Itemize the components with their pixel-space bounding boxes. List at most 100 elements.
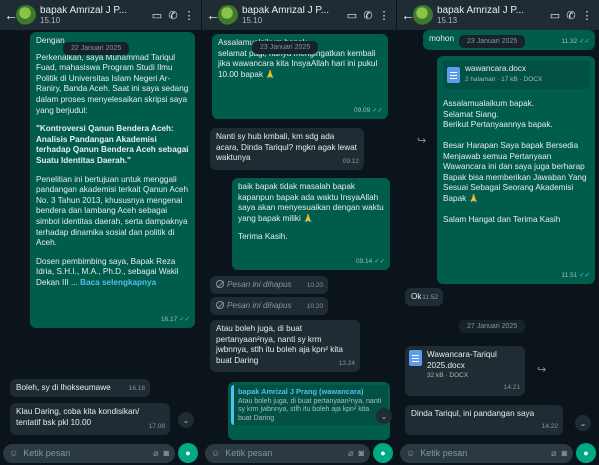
document-attachment[interactable]: wawancara.docx 2 halaman · 17 kB · DOCX — [443, 60, 589, 90]
message-bubble-outgoing[interactable]: baik bapak tidak masalah bapak kapanpun … — [232, 178, 390, 270]
message-time: 14.21 — [503, 384, 520, 392]
deleted-message[interactable]: Pesan ini dihapus 10.20 — [210, 297, 328, 315]
pray-emoji-icon: 🙏 — [303, 213, 314, 223]
message-time: 14.22 — [541, 423, 558, 431]
forward-icon[interactable]: ↪ — [537, 363, 546, 376]
pray-emoji-icon: 🙏 — [468, 193, 479, 203]
back-arrow-icon[interactable]: ← — [401, 7, 415, 23]
time-label: 09.09 — [354, 107, 371, 115]
message-time: 13.24 — [338, 360, 355, 368]
mic-button[interactable]: ● — [178, 443, 198, 463]
document-attachment[interactable]: Wawancara-Tariqul 2025.docx 32 kB · DOCX — [409, 350, 521, 382]
message-text: Atau boleh juga, di buat pertanyaan²nya,… — [216, 324, 343, 365]
video-call-icon[interactable]: ▭ — [344, 9, 360, 22]
time-label: 16.17 — [161, 316, 178, 324]
contact-info[interactable]: bapak Amrizal J P... 15.10 — [242, 6, 344, 25]
message-bubble-incoming[interactable]: Klau Daring, coba kita kondisikan/ tenta… — [10, 403, 170, 435]
deleted-icon — [216, 301, 224, 309]
message-time: 10.20 — [306, 303, 323, 311]
attach-icon[interactable]: ⌀ — [153, 448, 158, 459]
message-bubble-incoming[interactable]: Ok 11.52 — [405, 288, 443, 306]
document-icon — [409, 350, 422, 366]
message-time: 09.14 ✓✓ — [356, 257, 385, 268]
message-text: Boleh, sy di lhokseumawe — [16, 383, 111, 392]
message-text: Dinda Tariqul, ini pandangan saya — [411, 409, 535, 418]
date-chip: 23 Januari 2025 — [252, 41, 319, 54]
message-composer: ☺ Ketik pesan ⌀ ◙ ● — [397, 441, 599, 465]
more-options-icon[interactable]: ⋮ — [579, 9, 595, 22]
scroll-down-button[interactable]: ⌄ — [575, 415, 591, 431]
document-name: wawancara.docx — [465, 64, 526, 73]
contact-info[interactable]: bapak Amrizal J P... 15.10 — [40, 6, 149, 25]
emoji-icon[interactable]: ☺ — [211, 448, 220, 458]
attach-icon[interactable]: ⌀ — [551, 448, 556, 459]
chat-header: ← bapak Amrizal J P... 15.13 ▭ ✆ ⋮ — [397, 0, 599, 30]
date-chip: 23 Januari 2025 — [459, 35, 526, 48]
phone-icon[interactable]: ✆ — [165, 9, 181, 22]
message-text: Perkenalkan, saya Muhammad Tariqul Fuad,… — [36, 52, 189, 115]
back-arrow-icon[interactable]: ← — [206, 7, 220, 23]
message-input[interactable]: ☺ Ketik pesan ⌀ ◙ — [400, 443, 573, 463]
attach-icon[interactable]: ⌀ — [348, 448, 353, 459]
read-check-icon: ✓✓ — [372, 107, 383, 115]
deleted-message[interactable]: Pesan ini dihapus 10.20 — [210, 276, 328, 294]
phone-icon[interactable]: ✆ — [563, 9, 579, 22]
video-call-icon[interactable]: ▭ — [547, 9, 563, 22]
mic-button[interactable]: ● — [373, 443, 393, 463]
chat-screen-1: ← bapak Amrizal J P... 15.10 ▭ ✆ ⋮ Denga… — [0, 0, 201, 465]
contact-info[interactable]: bapak Amrizal J P... 15.13 — [437, 6, 547, 25]
time-label: 11.32 — [561, 38, 578, 46]
more-options-icon[interactable]: ⋮ — [181, 9, 197, 22]
message-input[interactable]: ☺ Ketik pesan ⌀ ◙ — [205, 443, 370, 463]
document-message[interactable]: wawancara.docx 2 halaman · 17 kB · DOCX … — [437, 56, 595, 284]
camera-icon[interactable]: ◙ — [562, 448, 567, 458]
document-meta: 2 halaman · 17 kB · DOCX — [465, 75, 543, 83]
message-text: Terima Kasih. — [238, 232, 288, 242]
message-text: Klau Daring, coba kita kondisikan/ tenta… — [16, 407, 140, 427]
document-name: Wawancara-Tariqul 2025.docx — [427, 350, 497, 370]
camera-icon[interactable]: ◙ — [164, 448, 169, 458]
emoji-icon[interactable]: ☺ — [9, 448, 18, 458]
chat-body[interactable]: Assalamualaikum bapak. selamat pagi, han… — [202, 30, 396, 441]
forward-icon[interactable]: ↪ — [417, 134, 426, 147]
message-bubble-incoming[interactable]: Atau boleh juga, di buat pertanyaan²nya,… — [210, 320, 360, 372]
avatar[interactable] — [218, 5, 238, 25]
back-arrow-icon[interactable]: ← — [4, 7, 18, 23]
header-time: 15.10 — [40, 15, 61, 25]
avatar[interactable] — [413, 5, 433, 25]
more-options-icon[interactable]: ⋮ — [376, 9, 392, 22]
message-bubble-incoming[interactable]: Nanti sy hub kmbali, km sdg ada acara, D… — [210, 128, 364, 170]
camera-icon[interactable]: ◙ — [359, 448, 364, 458]
document-meta: 32 kB · DOCX — [427, 372, 469, 380]
contact-name: bapak Amrizal J P... — [437, 5, 525, 16]
message-time: 11.52 — [422, 294, 438, 302]
phone-icon[interactable]: ✆ — [360, 9, 376, 22]
avatar[interactable] — [16, 5, 36, 25]
chat-body[interactable]: mohon 11.32 ✓✓ 23 Januari 2025 wawancara… — [397, 30, 599, 441]
message-time: 11.51 ✓✓ — [561, 271, 590, 282]
message-bubble-incoming[interactable]: Boleh, sy di lhokseumawe 16.18 — [10, 379, 150, 397]
deleted-text: Pesan ini dihapus — [227, 280, 292, 289]
message-input[interactable]: ☺ Ketik pesan ⌀ ◙ — [3, 443, 175, 463]
video-call-icon[interactable]: ▭ — [149, 9, 165, 22]
mic-button[interactable]: ● — [576, 443, 596, 463]
time-label: 09.14 — [356, 258, 373, 266]
document-message[interactable]: Wawancara-Tariqul 2025.docx 32 kB · DOCX… — [405, 346, 525, 396]
chat-screen-2: ← bapak Amrizal J P... 15.10 ▭ ✆ ⋮ Assal… — [202, 0, 396, 465]
chat-body[interactable]: Dengan Perkenalkan, saya Muhammad Tariqu… — [0, 30, 201, 441]
message-time: 10.20 — [306, 282, 323, 290]
message-composer: ☺ Ketik pesan ⌀ ◙ ● — [202, 441, 396, 465]
message-bubble-outgoing[interactable]: Dengan Perkenalkan, saya Muhammad Tariqu… — [30, 32, 195, 328]
scroll-down-button[interactable]: ⌄ — [178, 412, 194, 428]
message-bubble-incoming[interactable]: Dinda Tariqul, ini pandangan saya 14.22 — [405, 405, 563, 435]
read-more-link[interactable]: Baca selengkapnya — [80, 278, 156, 287]
date-chip: 27 Januari 2025 — [459, 320, 526, 333]
emoji-icon[interactable]: ☺ — [406, 448, 415, 458]
chevron-down-icon: ⌄ — [380, 411, 388, 421]
mic-icon: ● — [380, 448, 386, 458]
quoted-message[interactable]: bapak Amrizal J Prang (wawancara) Atau b… — [231, 385, 387, 426]
reply-message[interactable]: bapak Amrizal J Prang (wawancara) Atau b… — [228, 382, 390, 440]
deleted-text: Pesan ini dihapus — [227, 301, 292, 310]
message-placeholder: Ketik pesan — [225, 448, 273, 458]
scroll-down-button[interactable]: ⌄ — [376, 408, 392, 424]
